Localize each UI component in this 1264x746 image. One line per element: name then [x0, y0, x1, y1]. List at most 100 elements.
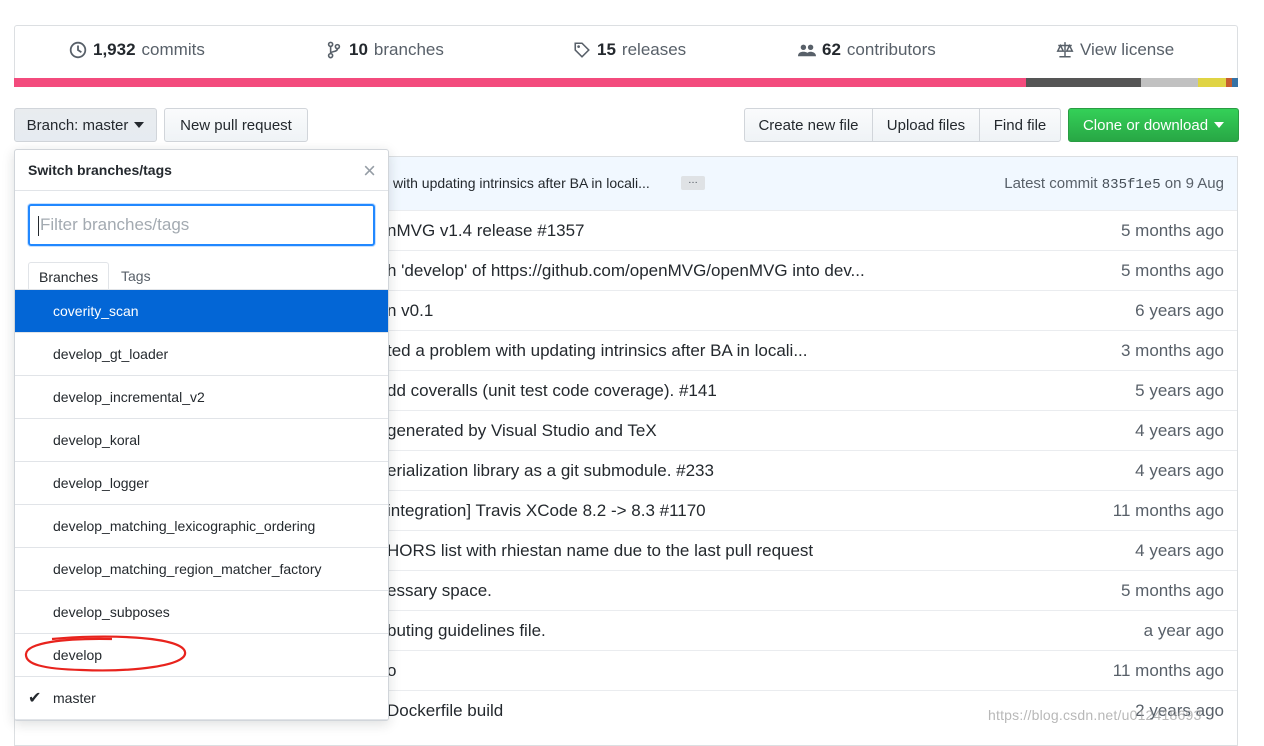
releases-link[interactable]: 15 releases — [573, 40, 686, 60]
upload-files-label: Upload files — [886, 116, 966, 134]
commit-message-link[interactable]: dd coveralls (unit test code coverage). … — [387, 381, 717, 401]
branches-label: branches — [373, 40, 444, 59]
contributors-count: 62 — [822, 40, 841, 59]
text-cursor — [38, 215, 39, 236]
branch-item-develop-incremental-v2[interactable]: develop_incremental_v2 — [15, 376, 388, 419]
commit-message-link[interactable]: ted a problem with updating intrinsics a… — [387, 341, 808, 361]
contributors-link[interactable]: 62 contributors — [798, 40, 936, 60]
branch-item-develop-gt-loader[interactable]: develop_gt_loader — [15, 333, 388, 376]
create-new-file-label: Create new file — [758, 116, 859, 134]
commits-label: commits — [141, 40, 205, 59]
commit-message-link[interactable]: erialization library as a git submodule.… — [387, 461, 714, 481]
history-icon — [69, 41, 87, 59]
create-new-file-button[interactable]: Create new file — [744, 108, 873, 142]
language-segment-1 — [14, 78, 1026, 87]
commit-message-link[interactable]: n v0.1 — [387, 301, 433, 321]
caret-down-icon — [1214, 122, 1225, 128]
branch-item-label: master — [53, 690, 96, 706]
branch-item-develop-matching-region-matcher-factory[interactable]: develop_matching_region_matcher_factory — [15, 548, 388, 591]
branch-item-label: develop_subposes — [53, 604, 170, 620]
clone-or-download-button[interactable]: Clone or download — [1068, 108, 1239, 142]
branches-count: 10 — [349, 40, 368, 59]
filter-placeholder: Filter branches/tags — [40, 215, 190, 234]
dropdown-title: Switch branches/tags — [28, 162, 172, 178]
language-segment-2 — [1026, 78, 1141, 87]
branch-item-develop-koral[interactable]: develop_koral — [15, 419, 388, 462]
commit-message-link[interactable]: nMVG v1.4 release #1357 — [387, 221, 585, 241]
new-pull-request-button[interactable]: New pull request — [164, 108, 308, 142]
commit-sha-link[interactable]: 835f1e5 — [1102, 177, 1161, 193]
commit-age: 5 months ago — [1120, 581, 1224, 600]
branch-item-label: coverity_scan — [53, 303, 139, 319]
branch-item-develop-matching-lexicographic-ordering[interactable]: develop_matching_lexicographic_ordering — [15, 505, 388, 548]
dropdown-header: Switch branches/tags × — [15, 150, 388, 191]
contributors-label: contributors — [846, 40, 936, 59]
commit-message-link[interactable]: h 'develop' of https://github.com/openMV… — [387, 261, 865, 281]
branches-link[interactable]: 10 branches — [325, 40, 444, 60]
filter-branches-input[interactable]: Filter branches/tags — [28, 204, 375, 246]
commit-age: 4 years ago — [1135, 421, 1224, 440]
latest-commit-info: Latest commit 835f1e5 on 9 Aug — [1004, 175, 1224, 193]
commit-age: 5 months ago — [1120, 261, 1224, 280]
commit-message-link[interactable]: Dockerfile build — [387, 701, 503, 721]
watermark: https://blog.csdn.net/u012418693 — [988, 707, 1202, 723]
tab-tags[interactable]: Tags — [111, 262, 161, 290]
branch-item-label: develop_incremental_v2 — [53, 389, 205, 405]
caret-down-icon — [134, 122, 145, 128]
close-icon[interactable]: × — [363, 158, 376, 184]
commit-message-link[interactable]: with updating intrinsics after BA in loc… — [393, 175, 650, 191]
commit-age: 4 years ago — [1135, 541, 1224, 560]
branch-item-master[interactable]: ✔ master — [15, 677, 388, 720]
commit-message-link[interactable]: generated by Visual Studio and TeX — [387, 421, 657, 441]
commit-message-link[interactable]: HORS list with rhiestan name due to the … — [387, 541, 813, 561]
branch-item-label: develop_matching_region_matcher_factory — [53, 561, 322, 577]
language-segment-3 — [1141, 78, 1198, 87]
branch-list: coverity_scan develop_gt_loader develop_in… — [15, 289, 388, 720]
new-pull-request-label: New pull request — [180, 116, 292, 134]
language-bar[interactable] — [14, 78, 1238, 87]
commits-link[interactable]: 1,932 commits — [69, 40, 205, 60]
branch-item-label: develop_matching_lexicographic_ordering — [53, 518, 316, 534]
dropdown-tabs: Branches Tags — [15, 262, 388, 292]
commit-message-link[interactable]: buting guidelines file. — [387, 621, 546, 641]
language-segment-6 — [1232, 78, 1238, 87]
latest-commit-date: on 9 Aug — [1164, 175, 1224, 192]
file-actions-group: Create new file Upload files Find file — [744, 108, 1061, 142]
commit-age: 4 years ago — [1135, 461, 1224, 480]
commit-age: 6 years ago — [1135, 301, 1224, 320]
branch-item-label: develop_gt_loader — [53, 346, 169, 362]
expand-commit-button[interactable]: … — [681, 176, 705, 190]
commit-age: 11 months ago — [1112, 501, 1224, 520]
commit-age: 3 months ago — [1120, 341, 1224, 360]
red-annotation-circle — [24, 635, 187, 672]
releases-label: releases — [621, 40, 687, 59]
branch-icon — [327, 41, 341, 59]
branch-select-label: Branch: master — [26, 116, 129, 134]
clone-or-download-label: Clone or download — [1082, 116, 1209, 134]
commit-message-link[interactable]: integration] Travis XCode 8.2 -> 8.3 #11… — [387, 501, 706, 521]
branch-select-button[interactable]: Branch: master — [14, 108, 157, 142]
branch-item-coverity-scan[interactable]: coverity_scan — [15, 290, 388, 333]
branch-item-label: develop_logger — [53, 475, 149, 491]
language-segment-4 — [1198, 78, 1226, 87]
commits-count: 1,932 — [93, 40, 136, 59]
commit-age: 11 months ago — [1112, 661, 1224, 680]
branch-item-develop-subposes[interactable]: develop_subposes — [15, 591, 388, 634]
find-file-button[interactable]: Find file — [979, 108, 1061, 142]
license-label: View license — [1080, 40, 1175, 59]
commit-age: a year ago — [1143, 621, 1224, 640]
commit-message-link[interactable]: essary space. — [387, 581, 492, 601]
upload-files-button[interactable]: Upload files — [872, 108, 980, 142]
releases-count: 15 — [597, 40, 616, 59]
branch-item-develop-logger[interactable]: develop_logger — [15, 462, 388, 505]
branch-item-label: develop_koral — [53, 432, 141, 448]
tag-icon — [574, 42, 590, 58]
check-icon: ✔ — [28, 690, 42, 707]
find-file-label: Find file — [993, 116, 1047, 134]
latest-commit-prefix: Latest commit — [1004, 175, 1098, 192]
license-link[interactable]: View license — [1056, 40, 1174, 60]
people-icon — [798, 44, 816, 57]
commit-age: 5 years ago — [1135, 381, 1224, 400]
commit-age: 5 months ago — [1120, 221, 1224, 240]
tab-branches[interactable]: Branches — [28, 262, 110, 292]
